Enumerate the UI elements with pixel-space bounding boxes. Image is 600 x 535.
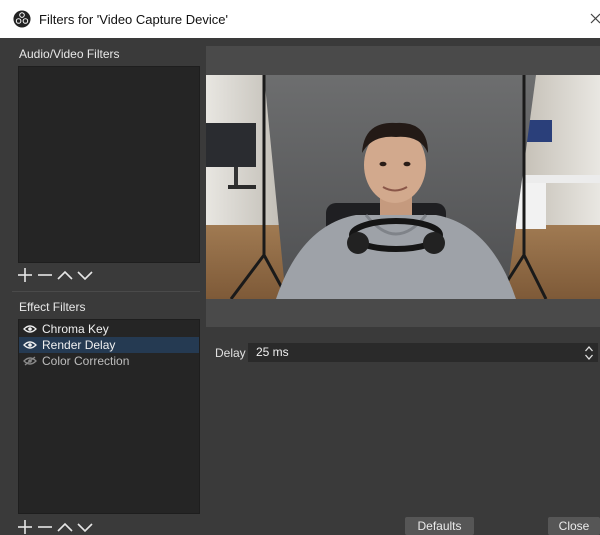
plus-icon (18, 520, 32, 534)
window-close-button[interactable] (586, 8, 600, 28)
remove-audio-filter-button[interactable] (37, 267, 53, 283)
add-audio-filter-button[interactable] (17, 267, 33, 283)
effect-filter-item-render-delay[interactable]: Render Delay (19, 337, 199, 353)
move-effect-filter-up-button[interactable] (57, 519, 73, 535)
effect-filter-label: Chroma Key (42, 322, 109, 336)
effect-filters-toolbar (17, 519, 93, 535)
effect-filters-list[interactable]: Chroma Key Render Delay Color Correction (18, 319, 200, 514)
eye-icon[interactable] (23, 340, 37, 350)
delay-value: 25 ms (256, 345, 289, 359)
delay-label: Delay (215, 346, 246, 360)
delay-spinbox[interactable]: 25 ms (248, 343, 598, 362)
obs-logo-icon (13, 10, 31, 28)
chevron-up-icon (57, 270, 73, 280)
effect-filter-item-color-correction[interactable]: Color Correction (19, 353, 199, 369)
video-preview (206, 75, 600, 299)
eye-icon[interactable] (23, 324, 37, 334)
audio-video-filters-label: Audio/Video Filters (19, 47, 120, 61)
move-audio-filter-up-button[interactable] (57, 267, 73, 283)
video-frame-image (206, 75, 600, 299)
effect-filter-label: Color Correction (42, 354, 130, 368)
minus-icon (38, 274, 52, 276)
close-button[interactable]: Close (548, 517, 600, 535)
effect-filter-label: Render Delay (42, 338, 116, 352)
close-icon (590, 13, 600, 24)
effect-filter-item-chroma-key[interactable]: Chroma Key (19, 321, 199, 337)
title-bar: Filters for 'Video Capture Device' (0, 0, 600, 38)
panel-divider (12, 291, 200, 292)
eye-hidden-icon[interactable] (23, 356, 37, 366)
spin-arrows-icon[interactable] (584, 345, 594, 361)
add-effect-filter-button[interactable] (17, 519, 33, 535)
chevron-down-icon (77, 523, 93, 533)
minus-icon (38, 526, 52, 528)
defaults-button[interactable]: Defaults (405, 517, 474, 535)
chevron-down-icon (77, 271, 93, 281)
audio-video-filters-toolbar (17, 267, 93, 283)
window-title: Filters for 'Video Capture Device' (39, 11, 228, 27)
audio-video-filters-list[interactable] (18, 66, 200, 263)
move-audio-filter-down-button[interactable] (77, 267, 93, 283)
plus-icon (18, 268, 32, 282)
effect-filters-label: Effect Filters (19, 300, 86, 314)
move-effect-filter-down-button[interactable] (77, 519, 93, 535)
remove-effect-filter-button[interactable] (37, 519, 53, 535)
chevron-up-icon (57, 522, 73, 532)
